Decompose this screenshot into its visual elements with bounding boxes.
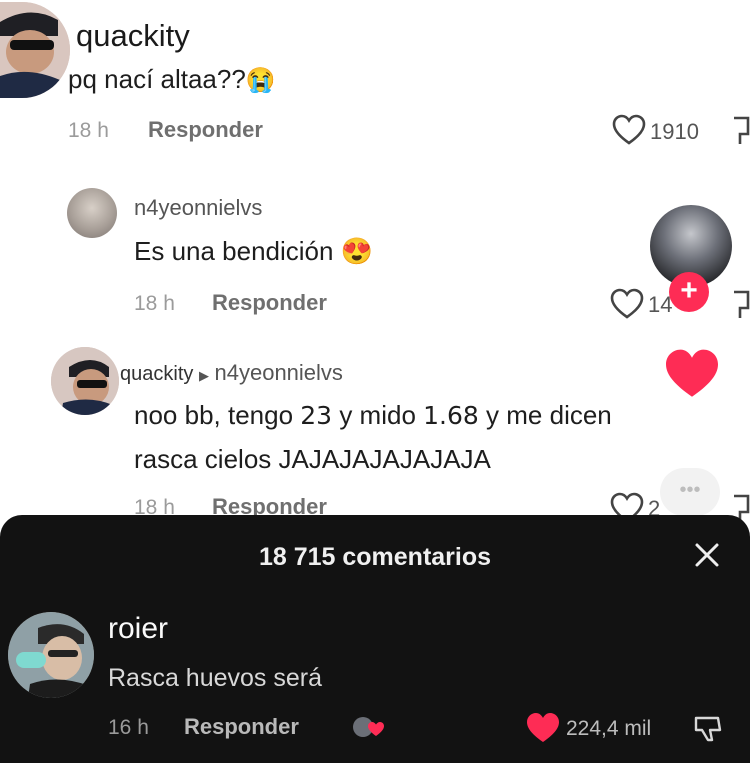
- follow-plus-button[interactable]: +: [669, 272, 709, 312]
- crying-emoji-icon: 😭: [245, 67, 276, 94]
- comment-time: 16 h: [108, 716, 149, 739]
- reply-header: quackity ▶ n4yeonnielvs: [120, 360, 343, 386]
- comment-text: pq nací altaa??😭: [68, 64, 276, 94]
- creator-liked-heart-icon: [353, 717, 384, 737]
- more-options-button[interactable]: •••: [660, 468, 720, 516]
- reply-to-username[interactable]: n4yeonnielvs: [215, 360, 343, 385]
- heart-outline-icon: [612, 114, 646, 145]
- comment-username[interactable]: quackity: [120, 363, 193, 385]
- reply-button[interactable]: Responder: [184, 714, 299, 740]
- avatar[interactable]: [51, 347, 119, 415]
- heart-outline-icon: [610, 288, 644, 319]
- reply-arrow-icon: ▶: [198, 368, 209, 383]
- comment-text: Rasca huevos será: [108, 664, 323, 692]
- avatar[interactable]: [0, 2, 70, 98]
- reply-button[interactable]: Responder: [212, 290, 327, 316]
- dislike-icon: [694, 716, 722, 742]
- creator-liked-badge: [352, 714, 386, 745]
- dislike-icon: [734, 116, 750, 144]
- dislike-button[interactable]: [692, 712, 724, 749]
- avatar[interactable]: [8, 612, 94, 698]
- comment-username[interactable]: quackity: [76, 18, 190, 54]
- reply-button[interactable]: Responder: [148, 117, 263, 143]
- like-button[interactable]: [526, 712, 560, 749]
- more-dots-icon: •••: [679, 479, 701, 501]
- like-count: 1910: [650, 119, 699, 144]
- comment-time: 18 h: [68, 119, 109, 142]
- heart-eyes-emoji-icon: 😍: [340, 236, 374, 266]
- like-count: 224,4 mil: [566, 717, 652, 740]
- close-icon: [695, 543, 719, 567]
- comments-count-title: 18 715 comentarios: [258, 543, 492, 571]
- dislike-button[interactable]: [732, 114, 750, 151]
- comment-text: Es una bendición 😍: [134, 236, 374, 266]
- comment-username[interactable]: roier: [108, 612, 168, 646]
- comment-text: noo bb, tengo 23 y mido 1.68 y me dicen: [134, 400, 612, 430]
- close-button[interactable]: [692, 540, 722, 575]
- avatar[interactable]: [67, 188, 117, 238]
- comment-text-line2: rasca cielos JAJAJAJAJAJAJA: [134, 444, 491, 474]
- comment-time: 18 h: [134, 292, 175, 315]
- comment-username[interactable]: n4yeonnielvs: [134, 195, 262, 221]
- like-button[interactable]: [612, 114, 646, 151]
- like-button[interactable]: [664, 348, 720, 405]
- like-button[interactable]: [610, 288, 644, 325]
- heart-filled-icon: [666, 349, 718, 397]
- dislike-button[interactable]: [732, 288, 750, 325]
- dislike-icon: [734, 290, 750, 318]
- heart-filled-icon: [527, 713, 559, 742]
